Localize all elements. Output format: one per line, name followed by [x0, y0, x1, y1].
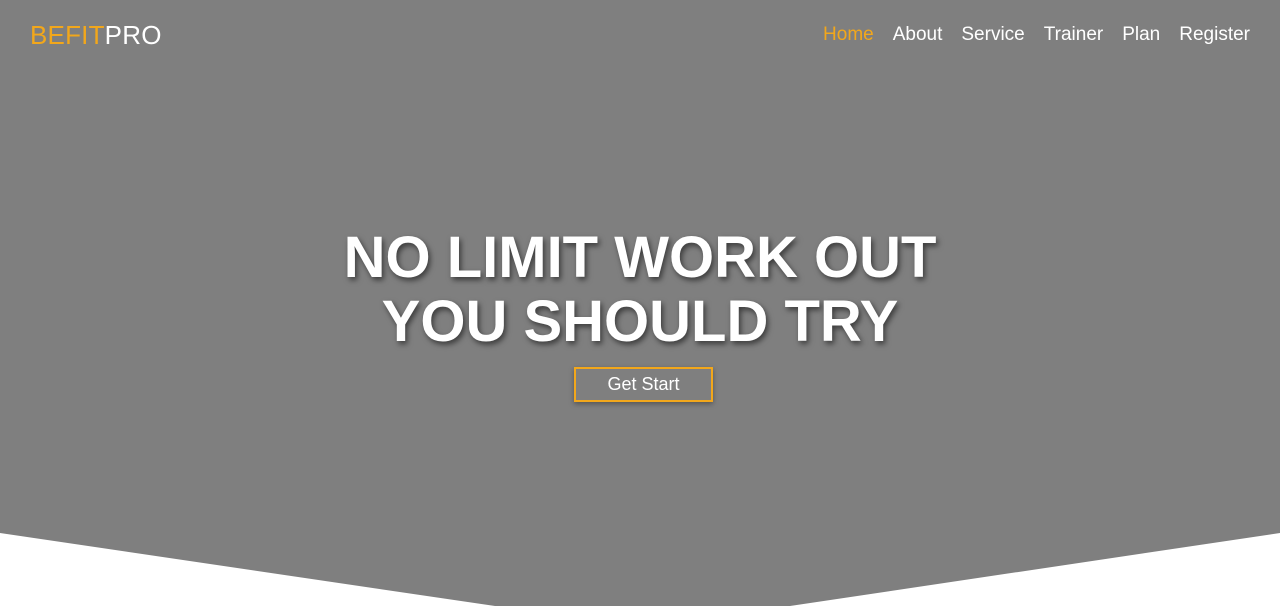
brand-logo-accent: BEFIT — [30, 20, 105, 50]
nav-link-service[interactable]: Service — [961, 24, 1024, 46]
nav-item-about: About — [893, 24, 943, 46]
nav-link-trainer[interactable]: Trainer — [1044, 24, 1103, 46]
navbar: BEFITPRO Home About Service Trainer Plan… — [0, 0, 1280, 72]
nav-menu: Home About Service Trainer Plan Register — [823, 24, 1250, 46]
nav-item-plan: Plan — [1122, 24, 1160, 46]
get-start-button[interactable]: Get Start — [574, 367, 713, 402]
nav-item-register: Register — [1179, 24, 1250, 46]
nav-item-service: Service — [961, 24, 1024, 46]
nav-link-plan[interactable]: Plan — [1122, 24, 1160, 46]
hero-headline-line-1: NO LIMIT WORK OUT — [343, 225, 937, 290]
brand-logo-rest: PRO — [104, 20, 162, 50]
nav-item-trainer: Trainer — [1044, 24, 1103, 46]
nav-link-register[interactable]: Register — [1179, 24, 1250, 46]
hero-headline-line-2: YOU SHOULD TRY — [381, 289, 899, 354]
brand-logo[interactable]: BEFITPRO — [30, 20, 162, 50]
hero-headline: NO LIMIT WORK OUT YOU SHOULD TRY — [240, 226, 1040, 354]
nav-link-home[interactable]: Home — [823, 24, 874, 46]
hero-section: BEFITPRO Home About Service Trainer Plan… — [0, 0, 1280, 606]
nav-link-about[interactable]: About — [893, 24, 943, 46]
nav-item-home: Home — [823, 24, 874, 46]
